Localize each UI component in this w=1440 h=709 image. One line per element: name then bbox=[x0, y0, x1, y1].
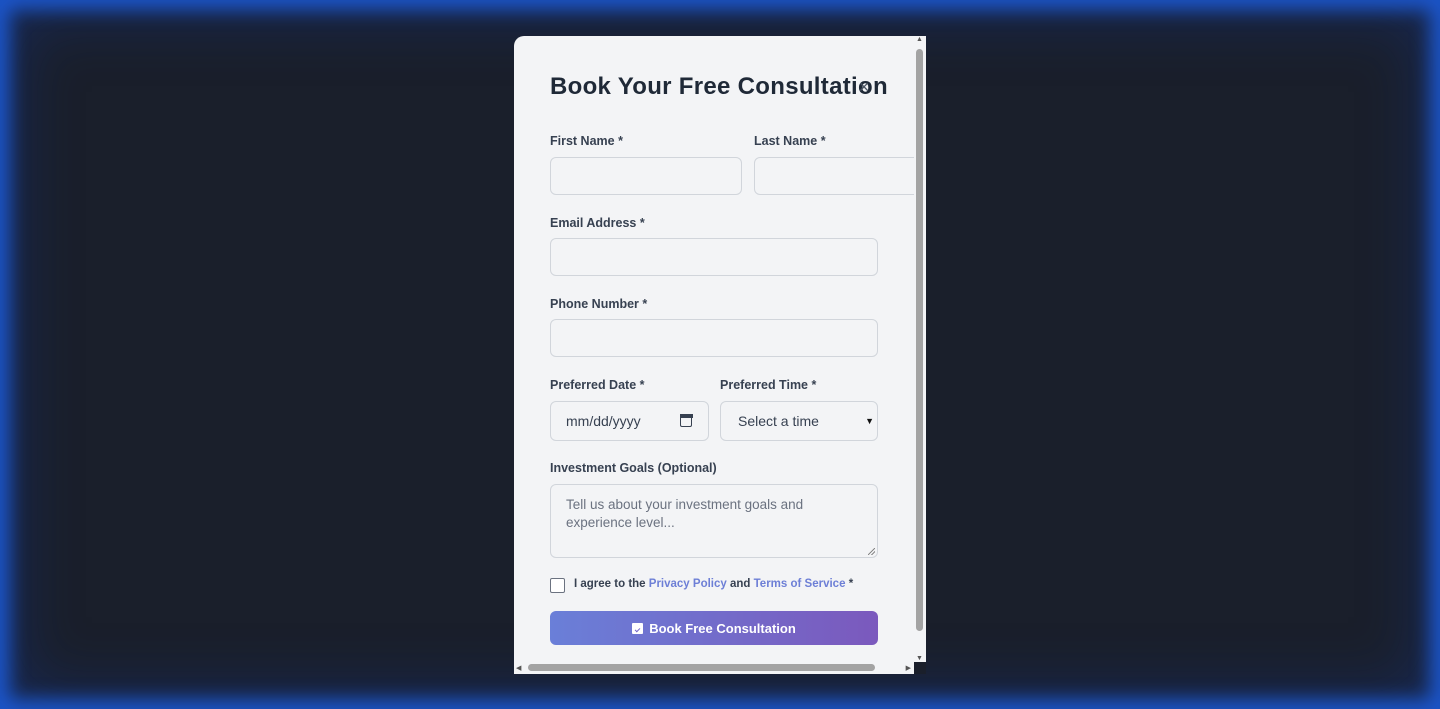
first-name-label: First Name * bbox=[550, 134, 623, 148]
email-input[interactable] bbox=[550, 238, 878, 276]
modal-content: Book Your Free Consultation × First Name… bbox=[514, 36, 926, 662]
email-label: Email Address * bbox=[550, 216, 645, 230]
close-icon[interactable]: × bbox=[854, 77, 874, 97]
scroll-right-icon[interactable]: ▶ bbox=[906, 664, 911, 672]
goals-textarea[interactable]: Tell us about your investment goals and … bbox=[550, 484, 878, 558]
book-consultation-button[interactable]: Book Free Consultation bbox=[550, 611, 878, 645]
book-consultation-label: Book Free Consultation bbox=[649, 620, 796, 636]
goals-placeholder: Tell us about your investment goals and … bbox=[566, 497, 804, 530]
chevron-down-icon: ▼ bbox=[865, 416, 874, 426]
scroll-down-icon[interactable]: ▼ bbox=[916, 655, 923, 662]
date-input[interactable]: mm/dd/yyyy bbox=[550, 401, 709, 441]
modal-title: Book Your Free Consultation bbox=[550, 73, 888, 100]
last-name-input[interactable] bbox=[754, 157, 926, 195]
scroll-left-icon[interactable]: ◀ bbox=[516, 664, 521, 672]
phone-label: Phone Number * bbox=[550, 297, 648, 311]
time-select[interactable]: Select a time ▼ bbox=[720, 401, 878, 441]
calendar-icon[interactable] bbox=[679, 413, 693, 427]
consultation-modal: Book Your Free Consultation × First Name… bbox=[514, 36, 926, 674]
scrollbar-corner bbox=[914, 662, 926, 674]
date-placeholder: mm/dd/yyyy bbox=[566, 413, 641, 429]
scroll-up-icon[interactable]: ▲ bbox=[916, 36, 923, 43]
calendar-check-icon bbox=[632, 622, 644, 634]
agree-prefix: I agree to the bbox=[574, 578, 646, 590]
time-label: Preferred Time * bbox=[720, 378, 817, 392]
required-marker: * bbox=[848, 578, 854, 590]
horizontal-scroll-thumb[interactable] bbox=[528, 664, 875, 671]
phone-input[interactable] bbox=[550, 319, 878, 357]
time-selected-value: Select a time bbox=[738, 413, 819, 429]
first-name-input[interactable] bbox=[550, 157, 742, 195]
agree-and: and bbox=[729, 578, 751, 590]
goals-label: Investment Goals (Optional) bbox=[550, 461, 717, 475]
last-name-label: Last Name * bbox=[754, 134, 826, 148]
vertical-scroll-thumb[interactable] bbox=[916, 49, 923, 631]
date-label: Preferred Date * bbox=[550, 378, 645, 392]
horizontal-scrollbar[interactable]: ◀ ▶ bbox=[514, 662, 914, 674]
agree-text: I agree to the Privacy Policy and Terms … bbox=[574, 578, 853, 590]
agree-checkbox[interactable] bbox=[550, 578, 565, 593]
privacy-policy-link[interactable]: Privacy Policy bbox=[649, 578, 727, 590]
resize-handle-icon[interactable] bbox=[868, 548, 875, 555]
vertical-scrollbar[interactable]: ▲ ▼ bbox=[914, 36, 926, 662]
terms-of-service-link[interactable]: Terms of Service bbox=[754, 578, 846, 590]
